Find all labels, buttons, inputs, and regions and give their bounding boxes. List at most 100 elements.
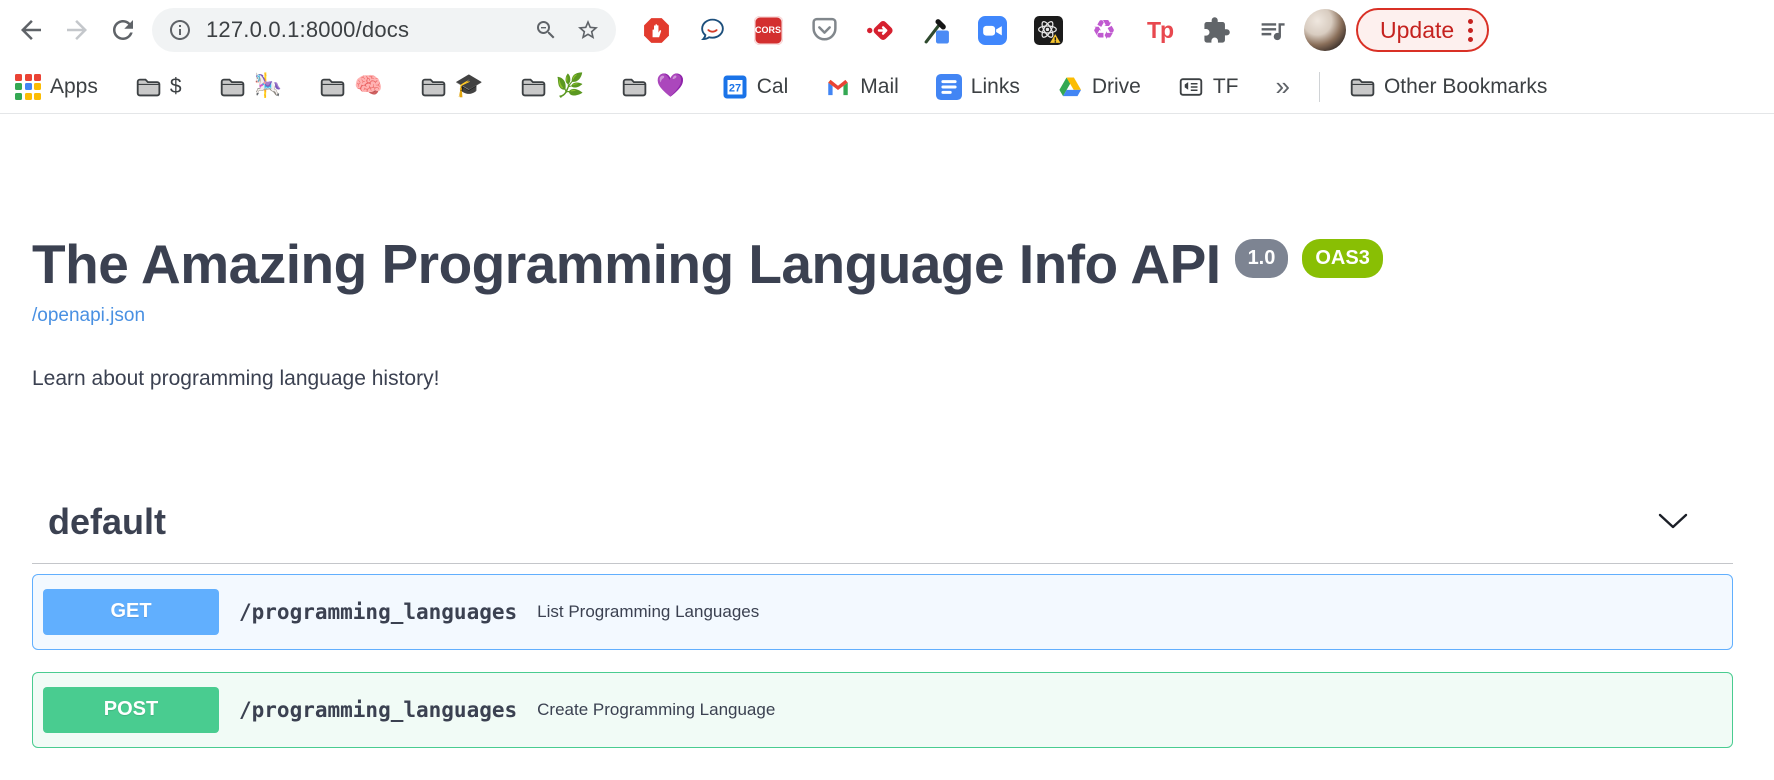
bookmark-folder-herb[interactable]: 🌿 — [520, 74, 584, 100]
api-title-row: The Amazing Programming Language Info AP… — [32, 234, 1733, 295]
api-description: Learn about programming language history… — [32, 367, 1733, 391]
puzzle-piece-icon — [1202, 16, 1231, 45]
folder-icon — [135, 74, 161, 100]
bookmark-drive[interactable]: Drive — [1057, 74, 1141, 100]
collapse-section-button[interactable] — [1658, 513, 1688, 530]
url-text: 127.0.0.1:8000/docs — [206, 17, 409, 43]
links-list-icon — [936, 74, 962, 100]
folder-label: 🎠 — [254, 75, 283, 98]
toggl-plan-extension-button[interactable]: Tp — [1132, 7, 1188, 53]
toggl-plan-icon: Tp — [1147, 17, 1173, 44]
folder-label: 🌿 — [555, 75, 584, 98]
links-label: Links — [971, 75, 1020, 99]
bookmarks-overflow-button[interactable]: » — [1276, 71, 1290, 102]
section-title: default — [48, 501, 166, 543]
folder-icon — [520, 74, 546, 100]
browser-menu-icon[interactable] — [1468, 19, 1473, 42]
react-devtools-extension-button[interactable] — [1020, 7, 1076, 53]
bookmark-folder-carousel[interactable]: 🎠 — [219, 74, 283, 100]
folder-icon — [319, 74, 345, 100]
folder-label: $ — [170, 75, 182, 99]
post-method-badge: POST — [43, 687, 219, 733]
cors-extension-button[interactable]: CORS — [740, 7, 796, 53]
other-bookmarks-label: Other Bookmarks — [1384, 75, 1547, 99]
recycle-icon: ♻ — [1092, 17, 1116, 44]
endpoint-path: /programming_languages — [239, 698, 517, 722]
diamond-arrow-icon — [866, 16, 895, 45]
browser-toolbar: 127.0.0.1:8000/docs CORS — [0, 0, 1774, 60]
reload-icon — [108, 15, 138, 45]
bookmark-folder-heart[interactable]: 💜 — [621, 74, 685, 100]
bookmark-folder-graduation[interactable]: 🎓 — [420, 74, 484, 100]
cors-icon: CORS — [754, 16, 783, 45]
blocker-extension-button[interactable] — [628, 7, 684, 53]
other-bookmarks-button[interactable]: Other Bookmarks — [1349, 74, 1547, 100]
bookmark-folder-brain[interactable]: 🧠 — [319, 74, 383, 100]
get-method-badge: GET — [43, 589, 219, 635]
oas3-badge: OAS3 — [1302, 239, 1382, 278]
extension-icons-row: CORS — [628, 7, 1300, 53]
overflow-chevron-icon: » — [1276, 71, 1290, 102]
update-label: Update — [1380, 17, 1454, 44]
pocket-icon — [810, 16, 839, 45]
endpoint-row-post-programming-languages[interactable]: POST /programming_languages Create Progr… — [32, 672, 1733, 748]
svg-text:27: 27 — [729, 82, 741, 94]
pocket-extension-button[interactable] — [796, 7, 852, 53]
endpoint-row-get-programming-languages[interactable]: GET /programming_languages List Programm… — [32, 574, 1733, 650]
back-icon — [16, 15, 46, 45]
chevron-down-icon — [1658, 513, 1688, 530]
back-button[interactable] — [8, 7, 54, 53]
bookmarks-bar: Apps $ 🎠 🧠 🎓 🌿 💜 27 Cal — [0, 60, 1774, 114]
zoom-out-icon[interactable] — [534, 18, 558, 42]
media-playlist-button[interactable] — [1244, 7, 1300, 53]
zoom-extension-button[interactable] — [964, 7, 1020, 53]
endpoint-summary: Create Programming Language — [537, 700, 775, 720]
recycle-extension-button[interactable]: ♻ — [1076, 7, 1132, 53]
version-badge: 1.0 — [1235, 239, 1289, 278]
tf-favicon — [1178, 74, 1204, 100]
bookmark-calendar[interactable]: 27 Cal — [722, 74, 789, 100]
forward-icon — [62, 15, 92, 45]
chat-bubble-extension-button[interactable] — [684, 7, 740, 53]
speech-bubble-icon — [698, 16, 727, 45]
video-camera-icon — [978, 16, 1007, 45]
google-calendar-icon: 27 — [722, 74, 748, 100]
color-picker-extension-button[interactable] — [908, 7, 964, 53]
eyedropper-icon — [922, 16, 951, 45]
folder-icon — [1349, 74, 1375, 100]
address-bar[interactable]: 127.0.0.1:8000/docs — [152, 8, 616, 52]
bookmark-folder-dollar[interactable]: $ — [135, 74, 182, 100]
site-info-icon[interactable] — [168, 18, 192, 42]
bookmark-tf[interactable]: TF — [1178, 74, 1239, 100]
playlist-music-icon — [1258, 16, 1287, 45]
google-drive-icon — [1057, 74, 1083, 100]
apps-grid-icon — [15, 74, 41, 100]
openapi-spec-link[interactable]: /openapi.json — [32, 305, 145, 327]
bookmark-star-icon[interactable] — [576, 18, 600, 42]
folder-label: 🎓 — [455, 75, 484, 98]
calendar-label: Cal — [757, 75, 789, 99]
apps-label: Apps — [50, 75, 98, 99]
bookmark-links[interactable]: Links — [936, 74, 1020, 100]
endpoint-summary: List Programming Languages — [537, 602, 759, 622]
page-title: The Amazing Programming Language Info AP… — [32, 234, 1221, 295]
profile-avatar[interactable] — [1304, 9, 1346, 51]
folder-label: 💜 — [656, 75, 685, 98]
drive-label: Drive — [1092, 75, 1141, 99]
default-section-header[interactable]: default — [32, 501, 1733, 564]
stop-hand-icon — [642, 16, 671, 45]
bookmarks-divider — [1319, 72, 1320, 102]
bookmark-mail[interactable]: Mail — [825, 74, 899, 100]
mail-label: Mail — [860, 75, 899, 99]
react-atom-icon — [1034, 16, 1063, 45]
swagger-ui-page: The Amazing Programming Language Info AP… — [0, 234, 1774, 748]
update-button[interactable]: Update — [1356, 8, 1489, 52]
bookmark-apps[interactable]: Apps — [15, 74, 98, 100]
gmail-icon — [825, 74, 851, 100]
folder-icon — [219, 74, 245, 100]
folder-icon — [621, 74, 647, 100]
extensions-menu-button[interactable] — [1188, 7, 1244, 53]
forward-button — [54, 7, 100, 53]
red-diamond-extension-button[interactable] — [852, 7, 908, 53]
reload-button[interactable] — [100, 7, 146, 53]
